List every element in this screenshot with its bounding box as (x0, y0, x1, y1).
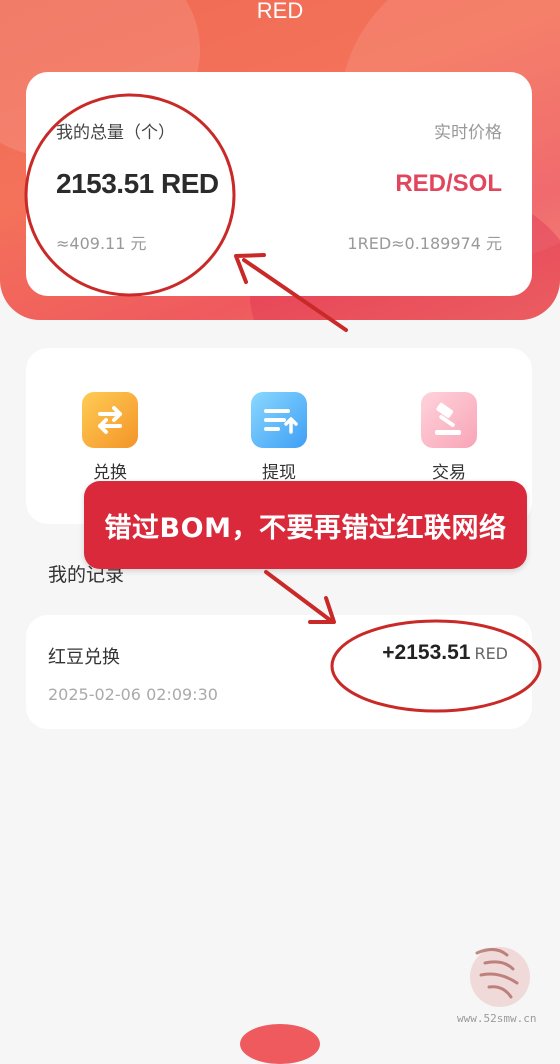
trade-button[interactable]: 交易 (404, 392, 494, 483)
withdraw-button[interactable]: 提现 (234, 392, 324, 483)
page-title: RED (256, 0, 304, 23)
total-amount: 2153.51 RED (56, 168, 219, 199)
exchange-button[interactable]: 兑换 (65, 392, 155, 483)
annotation-banner: 错过BOM，不要再错过红联网络 (84, 481, 527, 569)
exchange-icon (82, 392, 138, 448)
watermark-seal-icon (470, 947, 530, 1007)
cny-value: ≈409.11 元 (56, 234, 147, 253)
exchange-label: 兑换 (93, 463, 127, 483)
watermark-site: www.52smw.cn (457, 1012, 537, 1025)
record-amount: +2153.51 RED (382, 641, 508, 665)
record-amount-unit: RED (474, 644, 508, 663)
withdraw-icon (251, 392, 307, 448)
record-name: 红豆兑换 (48, 647, 120, 668)
balance-card: 我的总量（个） 实时价格 2153.51 RED RED/SOL ≈409.11… (26, 72, 532, 296)
record-amount-value: +2153.51 (382, 641, 471, 664)
bottom-decoration (240, 1024, 320, 1064)
watermark: www.52smw.cn (455, 935, 545, 1035)
exchange-rate: 1RED≈0.189974 元 (347, 234, 502, 253)
record-item[interactable]: 红豆兑换 +2153.51 RED 2025-02-06 02:09:30 (26, 615, 532, 729)
total-label: 我的总量（个） (56, 123, 175, 143)
annotation-arrow-record (264, 570, 332, 622)
trading-pair[interactable]: RED/SOL (395, 170, 502, 198)
price-label: 实时价格 (434, 123, 502, 143)
trade-label: 交易 (432, 463, 466, 483)
withdraw-label: 提现 (262, 463, 296, 483)
record-time: 2025-02-06 02:09:30 (48, 685, 218, 704)
gavel-icon (421, 392, 477, 448)
